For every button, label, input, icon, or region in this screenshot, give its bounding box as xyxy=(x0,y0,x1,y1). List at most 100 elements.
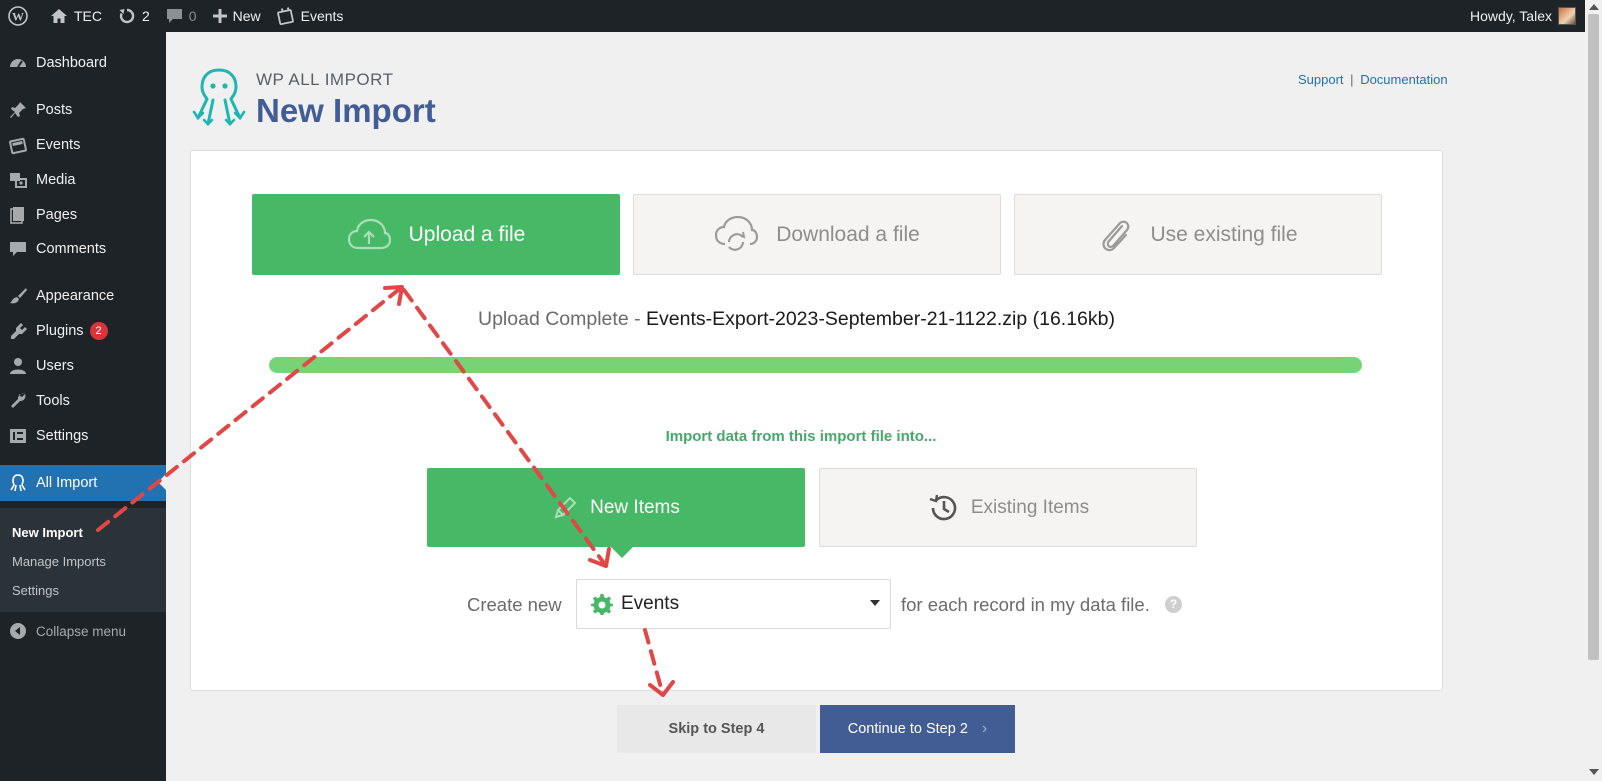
page-title: New Import xyxy=(256,92,436,129)
pin-icon xyxy=(0,100,36,120)
continue-label: Continue to Step 2 xyxy=(847,721,968,737)
post-type-select[interactable]: Events xyxy=(576,579,891,629)
support-link[interactable]: Support xyxy=(1298,72,1344,87)
admin-sidebar: Dashboard Posts Events Media Pages Comme… xyxy=(0,32,167,781)
sidebar-item-label: Comments xyxy=(36,241,107,257)
site-name: TEC xyxy=(74,8,102,24)
wordpress-logo-button[interactable]: W xyxy=(0,0,42,32)
brand-name: WP ALL IMPORT xyxy=(256,70,394,89)
sidebar-item-plugins[interactable]: Plugins 2 xyxy=(0,314,166,348)
sidebar-item-label: Users xyxy=(36,358,74,374)
plus-icon xyxy=(212,9,227,23)
upload-status-dash: - xyxy=(628,308,647,330)
account-menu[interactable]: Howdy, Talex xyxy=(1470,0,1576,32)
help-icon[interactable]: ? xyxy=(1165,596,1182,613)
user-icon xyxy=(0,356,36,376)
home-icon xyxy=(51,9,67,23)
paperclip-icon xyxy=(1102,220,1130,251)
admin-bar: W TEC 2 0 New Events Howdy, Talex xyxy=(0,0,1602,32)
gear-icon xyxy=(591,594,613,615)
media-icon xyxy=(0,170,36,190)
sidebar-item-label: Events xyxy=(36,137,81,153)
sidebar-item-all-import[interactable]: All Import xyxy=(0,465,166,501)
avatar xyxy=(1558,7,1576,25)
wp-all-import-logo-icon xyxy=(190,66,248,133)
brush-icon xyxy=(0,286,36,306)
sidebar-item-label: Dashboard xyxy=(36,55,107,71)
all-import-submenu: New Import Manage Imports Settings xyxy=(0,508,166,612)
chevron-right-icon: › xyxy=(981,720,988,737)
updates-icon xyxy=(119,8,135,24)
sidebar-item-label: Tools xyxy=(36,393,70,409)
sidebar-item-label: Posts xyxy=(36,102,73,118)
submenu-manage-imports[interactable]: Manage Imports xyxy=(12,554,106,569)
dashboard-icon xyxy=(0,53,36,73)
wordpress-icon: W xyxy=(8,6,28,26)
events-label: Events xyxy=(300,8,344,24)
events-admin-link[interactable]: Events xyxy=(269,0,352,32)
upload-status: Upload Complete - Events-Export-2023-Sep… xyxy=(478,308,1115,331)
skip-to-step-4-button[interactable]: Skip to Step 4 xyxy=(617,705,816,753)
upload-file-label: Upload a file xyxy=(408,222,526,246)
sidebar-item-appearance[interactable]: Appearance xyxy=(0,279,166,313)
existing-items-label: Existing Items xyxy=(970,496,1090,518)
documentation-link[interactable]: Documentation xyxy=(1360,72,1447,87)
updates-link[interactable]: 2 xyxy=(110,0,158,32)
comment-bubble-icon xyxy=(166,9,182,23)
plugins-update-badge: 2 xyxy=(89,322,108,340)
uploaded-file-name: Events-Export-2023-September-21-1122.zip… xyxy=(646,308,1115,330)
sidebar-item-users[interactable]: Users xyxy=(0,349,166,383)
calendar-icon xyxy=(276,7,294,25)
sidebar-item-label: Plugins xyxy=(36,323,84,339)
history-icon xyxy=(929,494,957,520)
continue-to-step-2-button[interactable]: Continue to Step 2 › xyxy=(820,705,1015,753)
use-existing-file-tab[interactable]: Use existing file xyxy=(1014,194,1382,275)
download-file-tab[interactable]: Download a file xyxy=(633,194,1001,275)
site-name-link[interactable]: TEC xyxy=(42,0,110,32)
chevron-down-icon xyxy=(870,600,880,606)
create-new-label: Create new xyxy=(467,594,562,615)
sidebar-item-events[interactable]: Events xyxy=(0,128,166,162)
selected-post-type: Events xyxy=(621,593,680,614)
link-separator: | xyxy=(1350,72,1354,87)
new-label: New xyxy=(232,8,261,24)
collapse-label: Collapse menu xyxy=(36,623,127,639)
sidebar-item-dashboard[interactable]: Dashboard xyxy=(0,46,166,80)
new-content-link[interactable]: New xyxy=(205,0,269,32)
sidebar-item-tools[interactable]: Tools xyxy=(0,384,166,418)
scroll-down-arrow[interactable] xyxy=(1589,769,1599,775)
collapse-icon xyxy=(0,622,36,640)
scroll-up-arrow[interactable] xyxy=(1589,4,1599,10)
octopus-icon xyxy=(0,473,36,493)
download-file-label: Download a file xyxy=(776,222,920,246)
submenu-settings[interactable]: Settings xyxy=(12,583,59,598)
use-existing-file-label: Use existing file xyxy=(1150,222,1298,246)
scroll-thumb[interactable] xyxy=(1588,14,1599,660)
help-links: Support | Documentation xyxy=(1298,72,1448,87)
upload-file-tab[interactable]: Upload a file xyxy=(252,194,620,275)
for-each-record-label: for each record in my data file. xyxy=(901,594,1150,615)
import-into-heading: Import data from this import file into..… xyxy=(665,428,937,445)
current-menu-pointer xyxy=(158,473,167,491)
wrench-icon xyxy=(0,391,36,411)
sidebar-item-label: Media xyxy=(36,172,76,188)
collapse-menu-button[interactable]: Collapse menu xyxy=(0,612,166,650)
sidebar-item-label: Pages xyxy=(36,207,78,223)
submenu-new-import[interactable]: New Import xyxy=(12,525,83,540)
pages-icon xyxy=(0,205,36,225)
new-items-option[interactable]: New Items xyxy=(427,468,805,547)
new-items-label: New Items xyxy=(590,496,680,518)
sidebar-item-pages[interactable]: Pages xyxy=(0,198,166,232)
existing-items-option[interactable]: Existing Items xyxy=(819,468,1197,547)
sidebar-item-media[interactable]: Media xyxy=(0,163,166,197)
selected-option-pointer xyxy=(610,546,634,558)
sidebar-item-posts[interactable]: Posts xyxy=(0,93,166,127)
sidebar-item-comments[interactable]: Comments xyxy=(0,232,166,266)
sidebar-item-label: All Import xyxy=(36,475,98,491)
comments-link[interactable]: 0 xyxy=(158,0,205,32)
sidebar-item-label: Appearance xyxy=(36,288,115,304)
howdy-text: Howdy, Talex xyxy=(1470,8,1552,24)
pencil-icon xyxy=(554,496,577,518)
calendar-icon xyxy=(0,135,36,155)
updates-count: 2 xyxy=(142,8,150,24)
